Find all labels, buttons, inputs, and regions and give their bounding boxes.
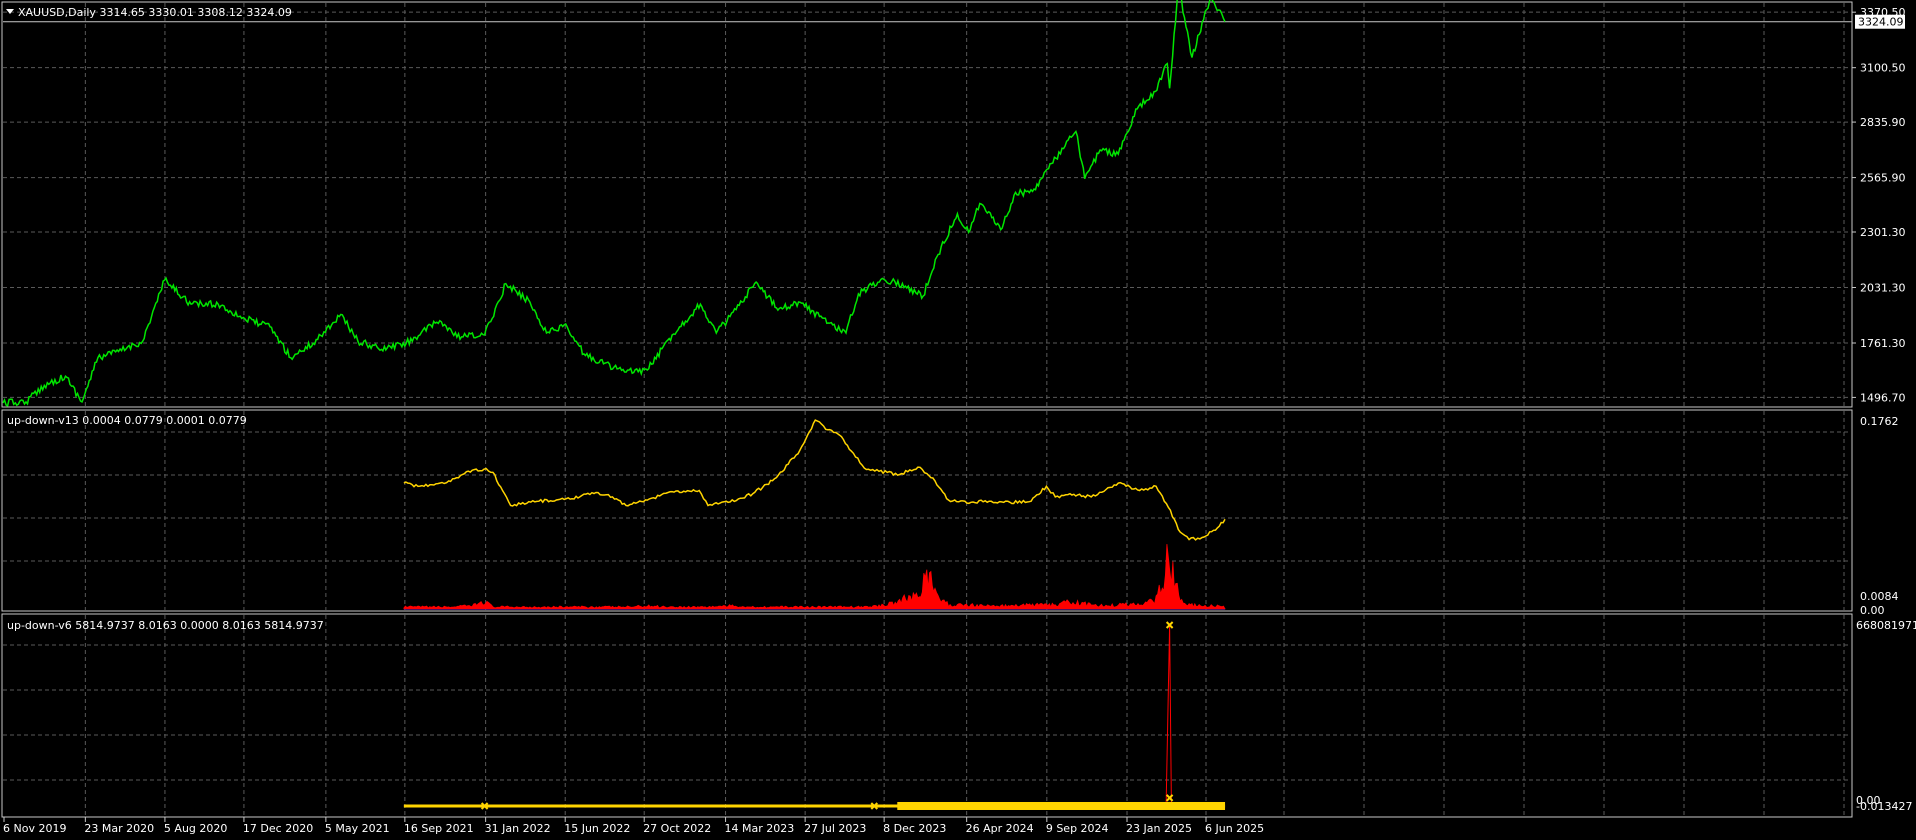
x-label: 26 Apr 2024 (966, 822, 1034, 835)
main-panel-header: XAUUSD,Daily 3314.65 3330.01 3308.12 332… (18, 6, 292, 19)
x-label: 16 Sep 2021 (404, 822, 474, 835)
indicator2-panel[interactable]: 6680819710.00-0.013427 up-down-v6 5814.9… (7, 619, 1916, 813)
indicator2-y-label: 668081971 (1856, 619, 1916, 632)
main-panel[interactable]: 3370.503100.502835.902565.902301.302031.… (2, 0, 1906, 407)
x-label: 27 Jul 2023 (804, 822, 866, 835)
main-y-label: 1761.30 (1860, 337, 1906, 350)
main-y-axis: 3370.503100.502835.902565.902301.302031.… (1852, 6, 1906, 404)
indicator1-histogram (403, 544, 1226, 610)
indicator2-panel-frame (1, 613, 1853, 818)
price-line (2, 0, 1226, 407)
chart-area[interactable]: 3370.503100.502835.902565.902301.302031.… (0, 0, 1916, 840)
indicator1-y-label: 0.00 (1860, 604, 1885, 617)
x-label: 17 Dec 2020 (243, 822, 313, 835)
main-y-label: 3100.50 (1860, 62, 1906, 75)
x-label: 15 Jun 2022 (564, 822, 630, 835)
main-y-label: 2565.90 (1860, 172, 1906, 185)
indicator1-y-label: 0.1762 (1860, 415, 1899, 428)
x-label: 27 Oct 2022 (643, 822, 711, 835)
main-y-label: 2835.90 (1860, 116, 1906, 129)
main-y-label: 2031.30 (1860, 281, 1906, 294)
indicator1-line (403, 419, 1226, 541)
indicator1-y-axis: 0.1762 0.00840.00 (1860, 415, 1899, 617)
x-label: 6 Nov 2019 (3, 822, 66, 835)
indicator2-header: up-down-v6 5814.9737 8.0163 0.0000 8.016… (7, 619, 324, 632)
x-label: 5 May 2021 (325, 822, 390, 835)
x-label: 5 Aug 2020 (164, 822, 227, 835)
x-label: 31 Jan 2022 (485, 822, 551, 835)
current-price-label: 3324.09 (1858, 16, 1904, 29)
x-label: 8 Dec 2023 (883, 822, 946, 835)
x-label: 23 Jan 2025 (1126, 822, 1192, 835)
indicator2-y-label: -0.013427 (1856, 800, 1912, 813)
main-y-label: 1496.70 (1860, 391, 1906, 404)
current-price-tag: 3324.09 (1855, 14, 1905, 29)
triangle-down-icon[interactable] (6, 9, 14, 14)
indicator1-header: up-down-v13 0.0004 0.0779 0.0001 0.0779 (7, 414, 247, 427)
main-y-label: 2301.30 (1860, 226, 1906, 239)
indicator1-panel[interactable]: 0.1762 0.00840.00 up-down-v13 0.0004 0.07… (7, 414, 1899, 617)
main-panel-frame (1, 1, 1853, 408)
indicator2-y-axis: 6680819710.00-0.013427 (1856, 619, 1916, 813)
indicator2-markers (480, 621, 1174, 810)
indicator2-dense-band (897, 801, 1226, 810)
x-label: 9 Sep 2024 (1046, 822, 1109, 835)
x-label: 6 Jun 2025 (1205, 822, 1264, 835)
indicator1-y-label: 0.0084 (1860, 590, 1899, 603)
x-label: 23 Mar 2020 (84, 822, 154, 835)
indicator2-spike (403, 624, 1225, 807)
x-label: 14 Mar 2023 (725, 822, 795, 835)
x-axis: 6 Nov 2019 23 Mar 2020 5 Aug 2020 17 Dec 20… (3, 817, 1264, 835)
